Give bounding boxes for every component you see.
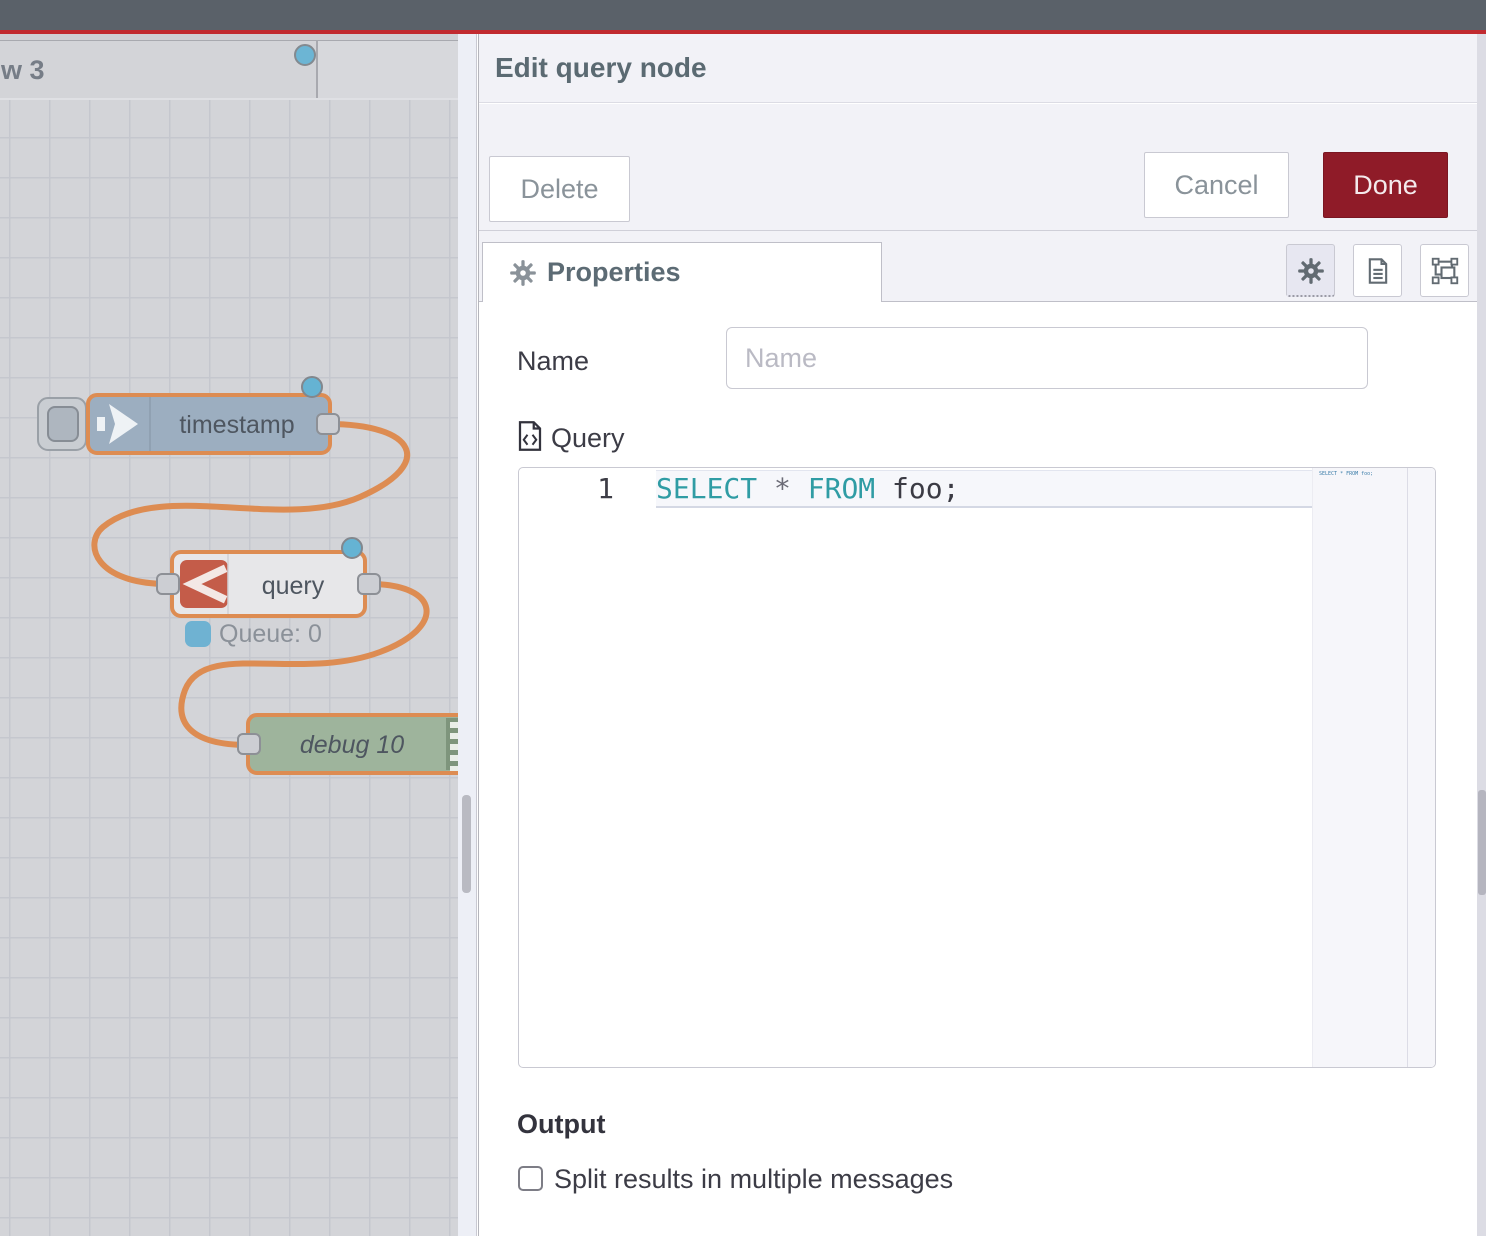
- sql-keyword: FROM: [808, 472, 875, 505]
- flow-workspace: w 3 timestamp: [0, 34, 458, 1236]
- show-properties-button[interactable]: [1286, 244, 1335, 297]
- minimap-code-line: SELECT * FROM foo;: [1319, 471, 1373, 477]
- debug-node-label: debug 10: [300, 731, 404, 759]
- name-label: Name: [517, 346, 589, 377]
- split-results-label: Split results in multiple messages: [554, 1164, 953, 1195]
- split-results-checkbox[interactable]: [518, 1166, 543, 1191]
- cancel-button[interactable]: Cancel: [1144, 152, 1289, 218]
- inject-node-label: timestamp: [179, 411, 294, 439]
- editor-minimap[interactable]: SELECT * FROM foo;: [1312, 468, 1407, 1067]
- query-output-port[interactable]: [358, 574, 380, 594]
- page-scrollbar-track: [1477, 34, 1486, 1236]
- delete-button[interactable]: Delete: [489, 156, 630, 222]
- gear-icon: [509, 259, 537, 287]
- tray-tab-bar: Properties: [479, 231, 1479, 302]
- debug-input-port[interactable]: [238, 734, 260, 754]
- output-section-label: Output: [517, 1109, 605, 1140]
- sql-keyword: SELECT: [656, 472, 757, 505]
- app-header-bar: [0, 0, 1486, 30]
- inject-trigger-button-face[interactable]: [48, 407, 78, 441]
- document-icon: [1364, 257, 1392, 285]
- node-appearance-button[interactable]: [1420, 244, 1469, 297]
- edit-tray: Edit query node Delete Cancel Done: [478, 34, 1478, 1236]
- flow-tab[interactable]: w 3: [0, 40, 317, 98]
- editor-line-number: 1: [519, 472, 614, 512]
- tab-properties-label: Properties: [547, 257, 681, 288]
- gear-icon: [1297, 257, 1325, 285]
- query-input-port[interactable]: [157, 574, 179, 594]
- sql-operator: *: [757, 472, 808, 505]
- tray-form: Name Query 1 SELECT * FROM foo; SELECT *…: [479, 302, 1479, 1236]
- query-label: Query: [551, 423, 625, 454]
- query-status-text: Queue: 0: [219, 620, 322, 648]
- query-changed-dot: [342, 538, 362, 558]
- file-code-icon: [517, 421, 543, 451]
- workspace-tab-bar: w 3: [0, 34, 458, 98]
- tab-properties[interactable]: Properties: [482, 242, 882, 302]
- show-description-button[interactable]: [1353, 244, 1402, 297]
- inject-changed-dot: [302, 377, 322, 397]
- canvas-scrollbar-thumb[interactable]: [462, 795, 471, 893]
- canvas-scrollbar-track: [458, 34, 477, 1236]
- tray-header: Edit query node: [479, 34, 1479, 103]
- sql-code-editor[interactable]: 1 SELECT * FROM foo; SELECT * FROM foo;: [518, 467, 1436, 1068]
- query-status-dot: [185, 621, 211, 647]
- inject-output-port[interactable]: [317, 414, 339, 434]
- sql-identifier: foo;: [875, 472, 959, 505]
- done-button[interactable]: Done: [1323, 152, 1448, 218]
- name-input[interactable]: [726, 327, 1368, 389]
- editor-overview-ruler: [1407, 468, 1436, 1067]
- node-debug[interactable]: debug 10: [238, 715, 458, 773]
- flow-tab-next[interactable]: [317, 40, 458, 98]
- editor-code-line[interactable]: SELECT * FROM foo;: [656, 472, 959, 505]
- page-scrollbar-thumb[interactable]: [1478, 790, 1486, 895]
- query-node-label: query: [262, 572, 325, 600]
- flow-tab-label: w 3: [1, 55, 45, 86]
- tray-toolbar: Delete Cancel Done: [479, 104, 1479, 231]
- tray-title: Edit query node: [495, 52, 707, 84]
- appearance-frame-icon: [1431, 257, 1459, 285]
